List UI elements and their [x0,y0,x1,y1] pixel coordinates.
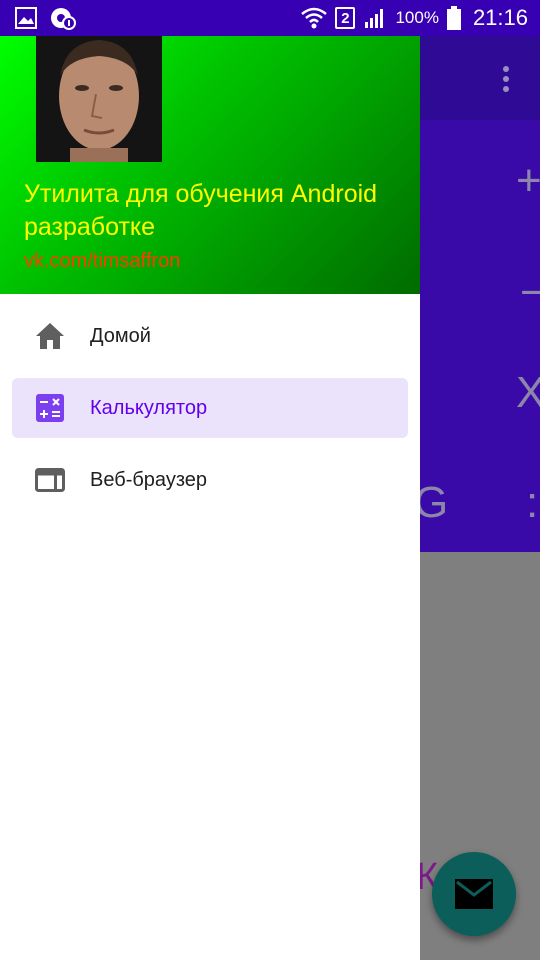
menu-item-label: Домой [90,324,151,347]
minus-operator: − [520,268,540,317]
divide-operator: : [526,478,539,527]
drawer-menu: Домой Калькулятор Веб-браузер [0,306,420,522]
web-browser-icon [34,464,66,496]
signal-icon [365,9,384,28]
gallery-icon [15,7,37,29]
drawer-header: Утилита для обучения Android разработке … [0,36,420,294]
battery-icon [446,6,461,30]
sim-icon: 2 [335,7,356,29]
calculator-icon [34,392,66,424]
avatar [36,36,162,162]
menu-item-home[interactable]: Домой [12,306,408,366]
wifi-icon [301,7,328,29]
menu-item-calculator[interactable]: Калькулятор [12,378,408,438]
overflow-menu-icon[interactable] [503,66,511,92]
drawer-header-link[interactable]: vk.com/timsaffron [24,250,180,273]
home-icon [34,320,66,352]
battery-percent: 100% [395,8,439,27]
drawer-header-title: Утилита для обучения Android разработке [24,180,378,241]
mail-icon [455,879,493,909]
clock: 21:16 [472,5,528,30]
navigation-drawer: Утилита для обучения Android разработке … [0,36,420,960]
menu-item-label: Веб-браузер [90,468,208,491]
fab-mail-button[interactable] [432,852,516,936]
status-bar: 2 100% 21:16 [0,0,540,36]
multiply-operator: X [516,368,540,417]
menu-item-label: Калькулятор [90,396,208,419]
menu-item-web-browser[interactable]: Веб-браузер [12,450,408,510]
plus-operator: + [516,156,540,205]
settings-notification-icon [51,8,76,30]
